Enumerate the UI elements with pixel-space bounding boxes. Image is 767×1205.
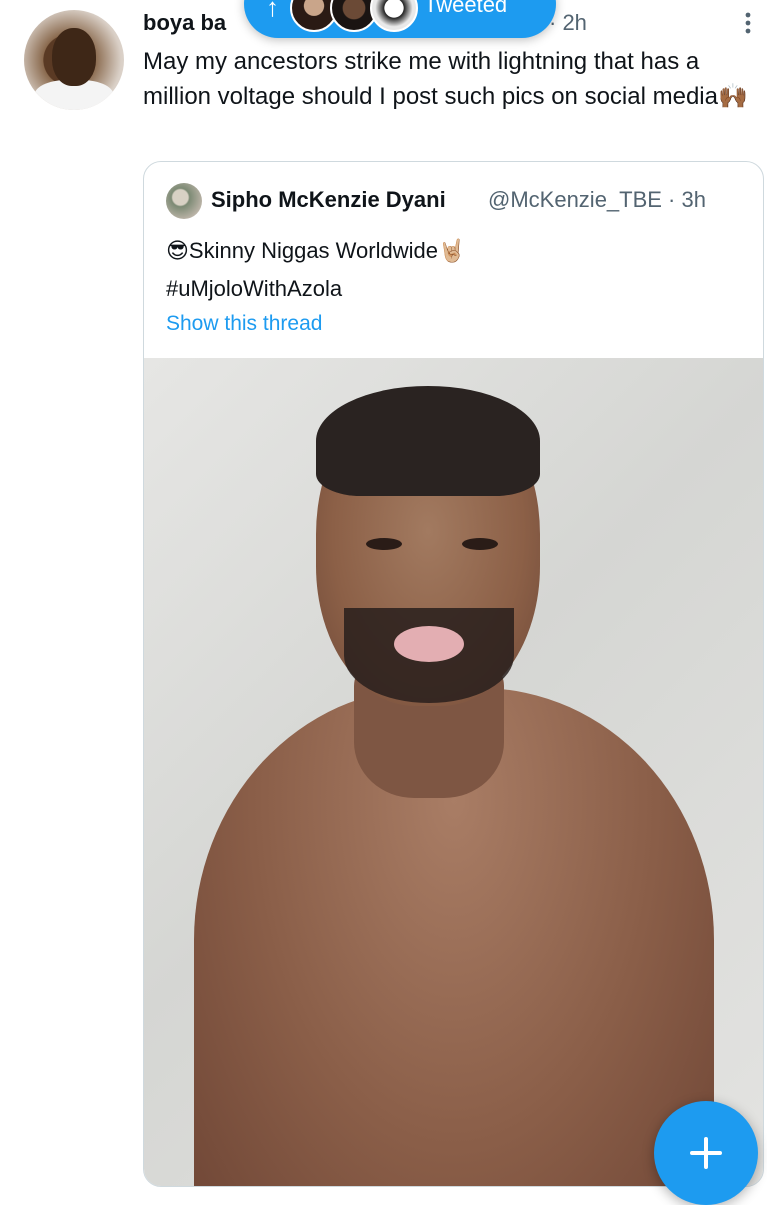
author-name[interactable]: boya ba: [143, 10, 226, 36]
tweet-time[interactable]: · 2h: [549, 10, 587, 36]
pill-avatar: [370, 0, 418, 32]
quote-photo[interactable]: [144, 358, 763, 1186]
quoted-tweet[interactable]: Sipho McKenzie Dyani @McKenzie_TBE · 3h …: [143, 161, 764, 1187]
photo-hair: [316, 386, 540, 496]
compose-plus-icon[interactable]: [654, 1101, 758, 1205]
photo-eye: [462, 538, 498, 550]
pill-label: Tweeted: [424, 0, 508, 17]
avatar-face: [52, 28, 96, 86]
quote-handle-time[interactable]: @McKenzie_TBE · 3h: [488, 187, 706, 213]
quote-avatar[interactable]: [166, 183, 202, 219]
show-thread-link[interactable]: Show this thread: [166, 312, 322, 336]
tweet-text: May my ancestors strike me with lightnin…: [143, 48, 748, 110]
quote-text: 😎Skinny Niggas Worldwide🤘🏼 #uMjoloWithAz…: [166, 238, 466, 301]
more-vertical-icon[interactable]: [738, 8, 758, 38]
photo-eye: [366, 538, 402, 550]
tweeted-pill[interactable]: ↑ Tweeted: [244, 0, 556, 38]
pill-avatars: [290, 0, 418, 34]
arrow-up-icon: ↑: [266, 0, 279, 22]
photo-mouth: [394, 626, 464, 662]
quote-author-name[interactable]: Sipho McKenzie Dyani: [211, 187, 446, 213]
author-avatar[interactable]: [24, 10, 124, 110]
